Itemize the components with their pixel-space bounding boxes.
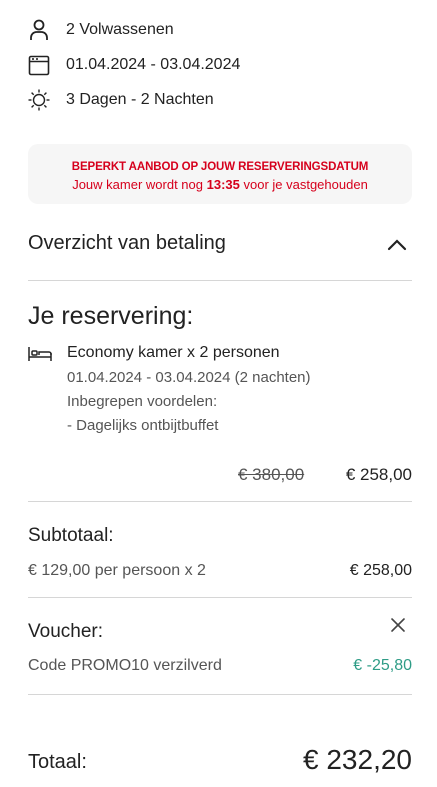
- alert-message-suffix: voor je vastgehouden: [243, 177, 368, 192]
- dates-text: 01.04.2024 - 03.04.2024: [66, 56, 241, 73]
- discounted-price: € 258,00: [345, 465, 412, 484]
- divider: [28, 694, 412, 695]
- calendar-icon: [28, 54, 50, 76]
- close-icon[interactable]: [389, 616, 407, 634]
- alert-message-prefix: Jouw kamer wordt nog: [72, 177, 203, 192]
- reservation-dates: 01.04.2024 - 03.04.2024 (2 nachten): [67, 369, 311, 386]
- guests-row: 2 Volwassenen: [28, 19, 174, 41]
- divider: [28, 597, 412, 598]
- payment-overview-title: Overzicht van betaling: [28, 232, 226, 254]
- total-label: Totaal:: [28, 751, 87, 773]
- duration-row: 3 Dagen - 2 Nachten: [28, 89, 214, 111]
- divider: [28, 280, 412, 281]
- sun-icon: [28, 89, 50, 111]
- alert-timer: 13:35: [206, 177, 240, 192]
- alert-message: Jouw kamer wordt nog 13:35 voor je vastg…: [28, 177, 412, 192]
- duration-text: 3 Dagen - 2 Nachten: [66, 91, 214, 108]
- dates-row: 01.04.2024 - 03.04.2024: [28, 54, 240, 76]
- alert-heading: BEPERKT AANBOD OP JOUW RESERVERINGSDATUM: [71, 161, 369, 173]
- total-amount: € 232,20: [303, 744, 412, 775]
- limited-offer-alert: BEPERKT AANBOD OP JOUW RESERVERINGSDATUM…: [28, 144, 412, 204]
- reservation-details: Economy kamer x 2 personen 01.04.2024 - …: [67, 344, 311, 438]
- subtotal-amount: € 258,00: [349, 562, 412, 579]
- voucher-detail: Code PROMO10 verzilverd: [28, 657, 222, 674]
- bed-icon: [28, 347, 52, 361]
- original-price: € 380,00: [238, 465, 305, 484]
- benefit-item: - Dagelijks ontbijtbuffet: [67, 417, 219, 434]
- person-icon: [28, 19, 50, 41]
- room-name: Economy kamer x 2 personen: [67, 344, 280, 361]
- benefits-label: Inbegrepen voordelen:: [67, 393, 218, 410]
- subtotal-detail: € 129,00 per persoon x 2: [28, 562, 206, 579]
- divider: [28, 501, 412, 502]
- chevron-up-icon[interactable]: [386, 237, 408, 253]
- guests-text: 2 Volwassenen: [66, 21, 174, 38]
- voucher-amount: € -25,80: [353, 657, 412, 674]
- subtotal-title: Subtotaal:: [28, 525, 114, 546]
- reservation-title: Je reservering:: [28, 302, 194, 330]
- voucher-title: Voucher:: [28, 621, 103, 642]
